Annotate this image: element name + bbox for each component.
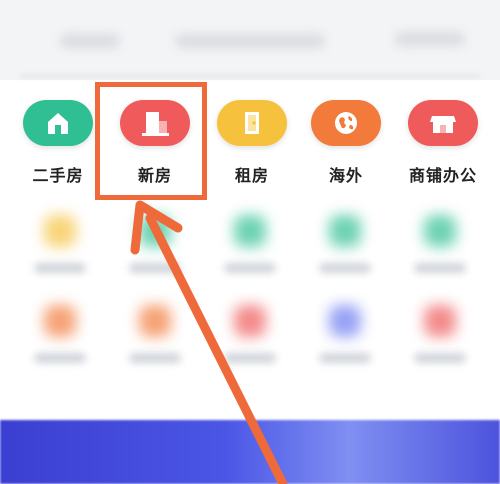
shop-icon <box>408 100 478 146</box>
blurred-action <box>395 32 465 46</box>
blurred-grid-item <box>220 305 280 365</box>
category-label: 租房 <box>234 166 269 185</box>
category-commercial[interactable]: 商铺办公 <box>398 100 488 190</box>
category-label: 二手房 <box>32 166 84 185</box>
blurred-grid-item <box>315 215 375 275</box>
category-row: 二手房 新房 租房 海外 商铺办公 <box>0 100 500 195</box>
blurred-grid-item <box>315 305 375 365</box>
top-search-bar-blurred <box>0 0 500 80</box>
blurred-search <box>175 34 325 48</box>
blurred-secondary-grid <box>0 205 500 415</box>
door-icon <box>217 100 287 146</box>
blurred-location <box>60 34 120 48</box>
blurred-grid-item <box>125 305 185 365</box>
globe-icon <box>311 100 381 146</box>
blurred-grid-item <box>30 305 90 365</box>
blurred-grid-item <box>220 215 280 275</box>
header-divider <box>20 74 480 78</box>
category-rental[interactable]: 租房 <box>207 100 297 190</box>
blurred-grid-item <box>30 215 90 275</box>
category-label: 商铺办公 <box>408 166 477 185</box>
blurred-grid-item <box>410 305 470 365</box>
blurred-grid-item <box>410 215 470 275</box>
blurred-grid-item <box>125 215 185 275</box>
category-overseas[interactable]: 海外 <box>301 100 391 190</box>
category-label: 海外 <box>328 166 363 185</box>
highlight-box-new-house <box>95 82 207 200</box>
category-second-hand[interactable]: 二手房 <box>13 100 103 190</box>
house-icon <box>23 100 93 146</box>
promo-banner-blurred[interactable] <box>0 420 500 484</box>
